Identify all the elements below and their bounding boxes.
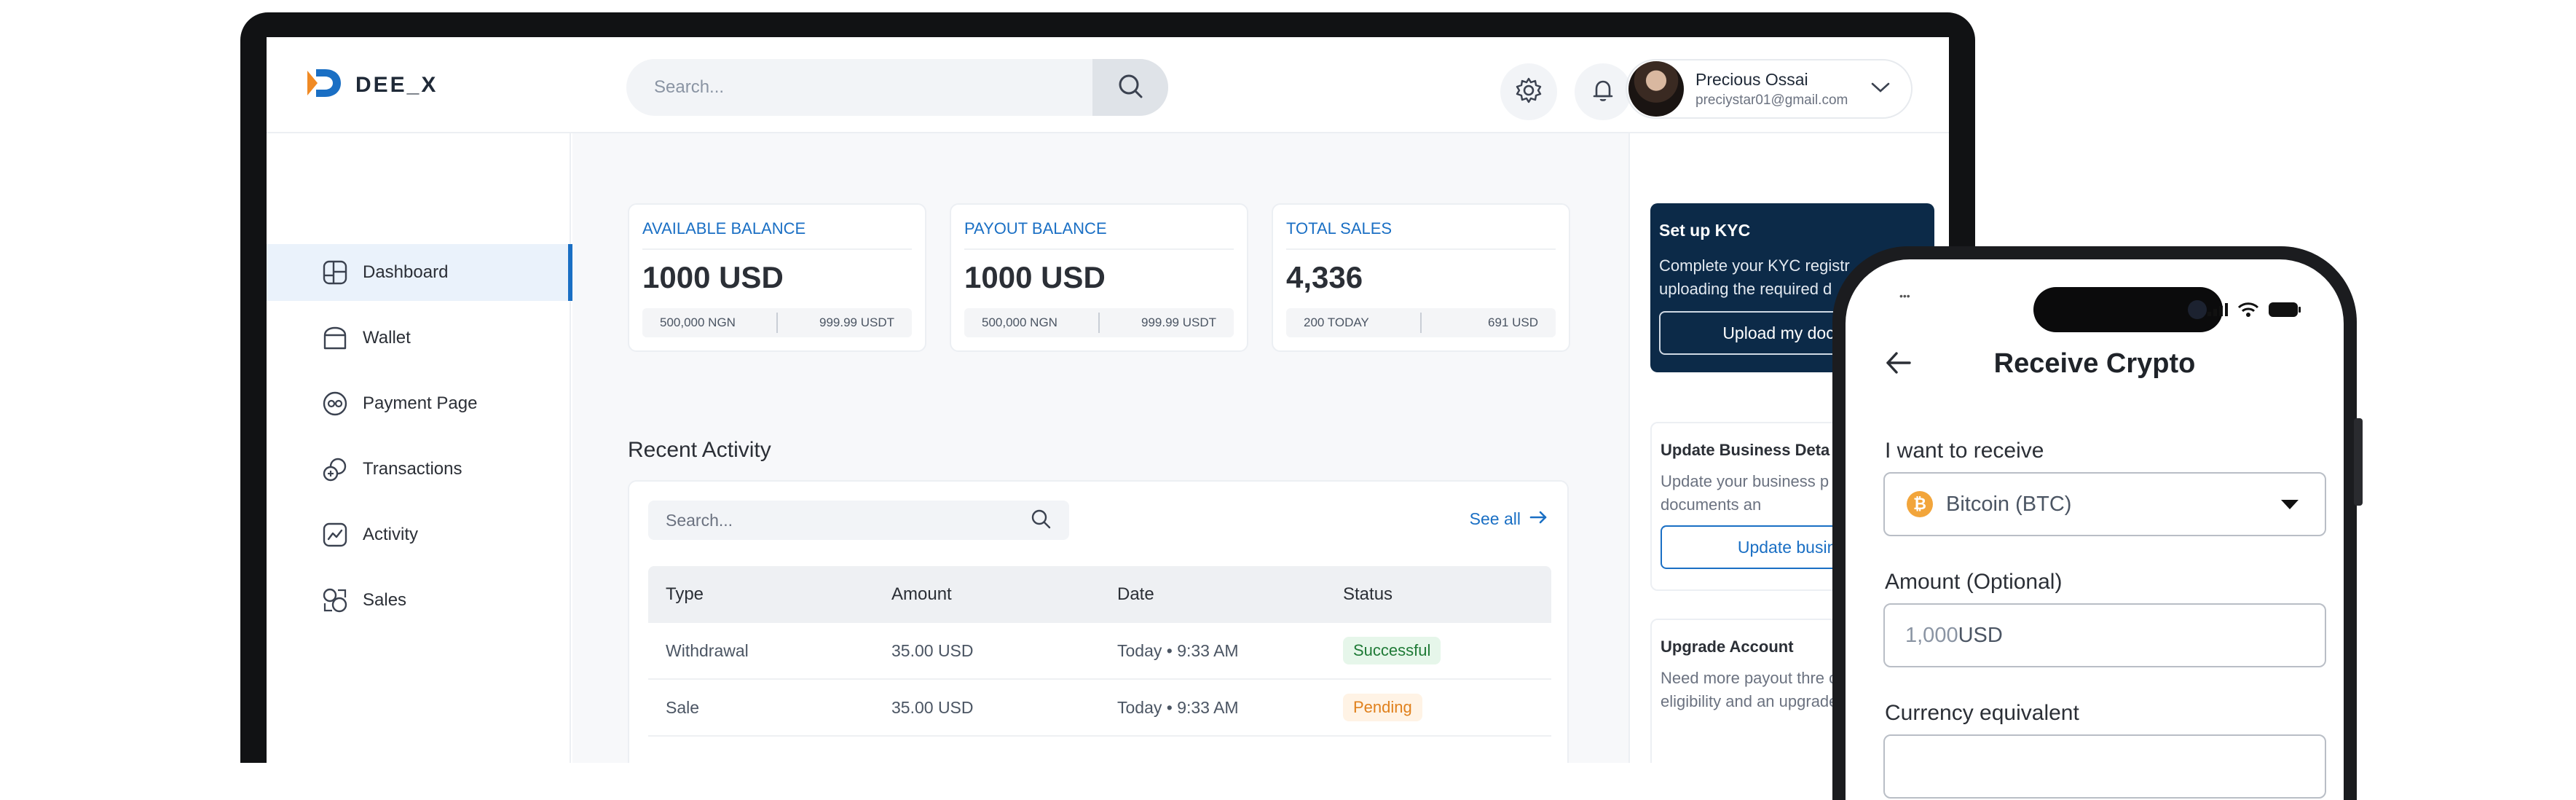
column-header[interactable]: Amount (874, 584, 1100, 605)
card-value: 1000 USD (642, 260, 784, 294)
payment-page-icon (322, 391, 348, 417)
amount-field[interactable]: 1,000 USD (1883, 603, 2326, 667)
sidebar-item-activity[interactable]: Activity (267, 506, 571, 563)
bitcoin-icon: ₿ (1907, 491, 1933, 517)
sidebar-item-payment-page[interactable]: Payment Page (267, 375, 571, 432)
crypto-select-value: Bitcoin (BTC) (1946, 492, 2072, 516)
amount-label: Amount (Optional) (1885, 570, 2063, 594)
sidebar-item-label: Wallet (363, 328, 411, 348)
amount-unit: USD (1958, 623, 2003, 647)
user-name: Precious Ossai (1695, 69, 1808, 89)
wallet-icon (322, 325, 348, 351)
sidebar-item-transactions[interactable]: Transactions (267, 441, 571, 498)
status-dots: ••• (1899, 290, 1910, 302)
status-badge: Pending (1343, 694, 1422, 721)
caret-down-icon (2280, 493, 2300, 517)
logo-icon (304, 66, 342, 103)
search-icon (1116, 71, 1145, 104)
arrow-right-icon (1529, 509, 1548, 529)
dashboard-icon (322, 259, 348, 286)
recent-activity-title: Recent Activity (628, 438, 771, 462)
signal-icon (2207, 302, 2229, 321)
sidebar-item-label: Transactions (363, 459, 462, 479)
crypto-select[interactable]: ₿ Bitcoin (BTC) (1883, 472, 2326, 536)
gear-icon (1515, 77, 1543, 108)
see-all-link[interactable]: See all (1470, 509, 1548, 529)
battery-icon (2268, 302, 2301, 321)
column-header[interactable]: Status (1326, 584, 1551, 605)
sidebar-item-label: Sales (363, 590, 407, 610)
main-content: AVAILABLE BALANCE 1000 USD 500,000 NGN 99… (572, 133, 1628, 763)
user-email: preciystar01@gmail.com (1695, 92, 1848, 108)
column-header[interactable]: Type (648, 584, 874, 605)
logo[interactable]: DEE_X (304, 66, 438, 103)
settings-button[interactable] (1500, 63, 1557, 120)
transactions-icon (322, 456, 348, 482)
sales-icon (322, 587, 348, 613)
kyc-title: Set up KYC (1659, 221, 1751, 240)
card-value: 4,336 (1286, 260, 1363, 294)
top-bar: DEE_X Search... Precious Ossai preciysta… (267, 37, 1949, 133)
bell-icon (1590, 77, 1616, 107)
total-sales-card: TOTAL SALES 4,336 200 TODAY 691 USD (1272, 203, 1570, 352)
phone-screen: ••• Receive Crypto I want to receive ₿ B… (1846, 259, 2344, 800)
sidebar-item-label: Activity (363, 525, 419, 544)
card-title: AVAILABLE BALANCE (642, 219, 806, 238)
card-title: TOTAL SALES (1286, 219, 1393, 238)
payout-balance-card: PAYOUT BALANCE 1000 USD 500,000 NGN 999.9… (950, 203, 1248, 352)
table-row[interactable]: Sale 35.00 USD Today • 9:33 AM Pending (648, 680, 1551, 737)
chevron-down-icon (1870, 81, 1891, 98)
card-title: Upgrade Account (1661, 638, 1794, 656)
notifications-button[interactable] (1575, 63, 1631, 120)
receive-label: I want to receive (1885, 439, 2044, 463)
table-header: Type Amount Date Status (648, 566, 1551, 623)
phone-frame: ••• Receive Crypto I want to receive ₿ B… (1832, 246, 2363, 800)
activity-search-input[interactable]: Search... (648, 511, 1030, 530)
avatar (1628, 61, 1684, 117)
currency-equivalent-label: Currency equivalent (1885, 701, 2079, 725)
phone-side-button (2354, 418, 2363, 506)
search-icon (1030, 508, 1052, 533)
card-title: Update Business Deta (1661, 441, 1830, 459)
status-bar-icons (2207, 302, 2301, 321)
activity-table: Type Amount Date Status Withdrawal 35.00… (648, 566, 1551, 763)
available-balance-card: AVAILABLE BALANCE 1000 USD 500,000 NGN 99… (628, 203, 926, 352)
sidebar-item-sales[interactable]: Sales (267, 572, 571, 629)
sidebar-item-label: Payment Page (363, 393, 478, 413)
page-title: Receive Crypto (1993, 348, 2196, 379)
sidebar-item-dashboard[interactable]: Dashboard (267, 244, 572, 301)
table-row[interactable]: Withdrawal 35.00 USD Today • 9:33 AM Suc… (648, 623, 1551, 680)
sidebar-item-label: Dashboard (363, 262, 449, 282)
card-title: PAYOUT BALANCE (964, 219, 1107, 238)
status-badge: Successful (1343, 637, 1441, 664)
column-header[interactable]: Date (1100, 584, 1326, 605)
user-profile-menu[interactable]: Precious Ossai preciystar01@gmail.com (1626, 59, 1913, 119)
card-breakdown: 500,000 NGN 999.99 USDT (964, 308, 1234, 337)
card-breakdown: 500,000 NGN 999.99 USDT (642, 308, 912, 337)
table-row[interactable] (648, 737, 1551, 763)
sidebar-item-wallet[interactable]: Wallet (267, 310, 571, 366)
header-search[interactable]: Search... (626, 59, 1168, 116)
card-breakdown: 200 TODAY 691 USD (1286, 308, 1556, 337)
search-input[interactable]: Search... (626, 77, 1092, 98)
wifi-icon (2237, 302, 2259, 321)
logo-text: DEE_X (355, 72, 438, 97)
amount-value: 1,000 (1905, 623, 1958, 647)
dashboard-screen: DEE_X Search... Precious Ossai preciysta… (267, 37, 1949, 763)
currency-equivalent-field[interactable] (1883, 734, 2326, 799)
sidebar: Dashboard Wallet Payment Page Transactio… (267, 133, 572, 763)
laptop-frame: DEE_X Search... Precious Ossai preciysta… (240, 12, 1975, 763)
activity-icon (322, 522, 348, 548)
activity-search[interactable]: Search... (648, 501, 1069, 540)
recent-activity-panel: Search... See all Type Amount Date Statu… (628, 480, 1569, 763)
dynamic-island (2033, 287, 2223, 332)
card-value: 1000 USD (964, 260, 1106, 294)
search-button[interactable] (1092, 59, 1168, 116)
